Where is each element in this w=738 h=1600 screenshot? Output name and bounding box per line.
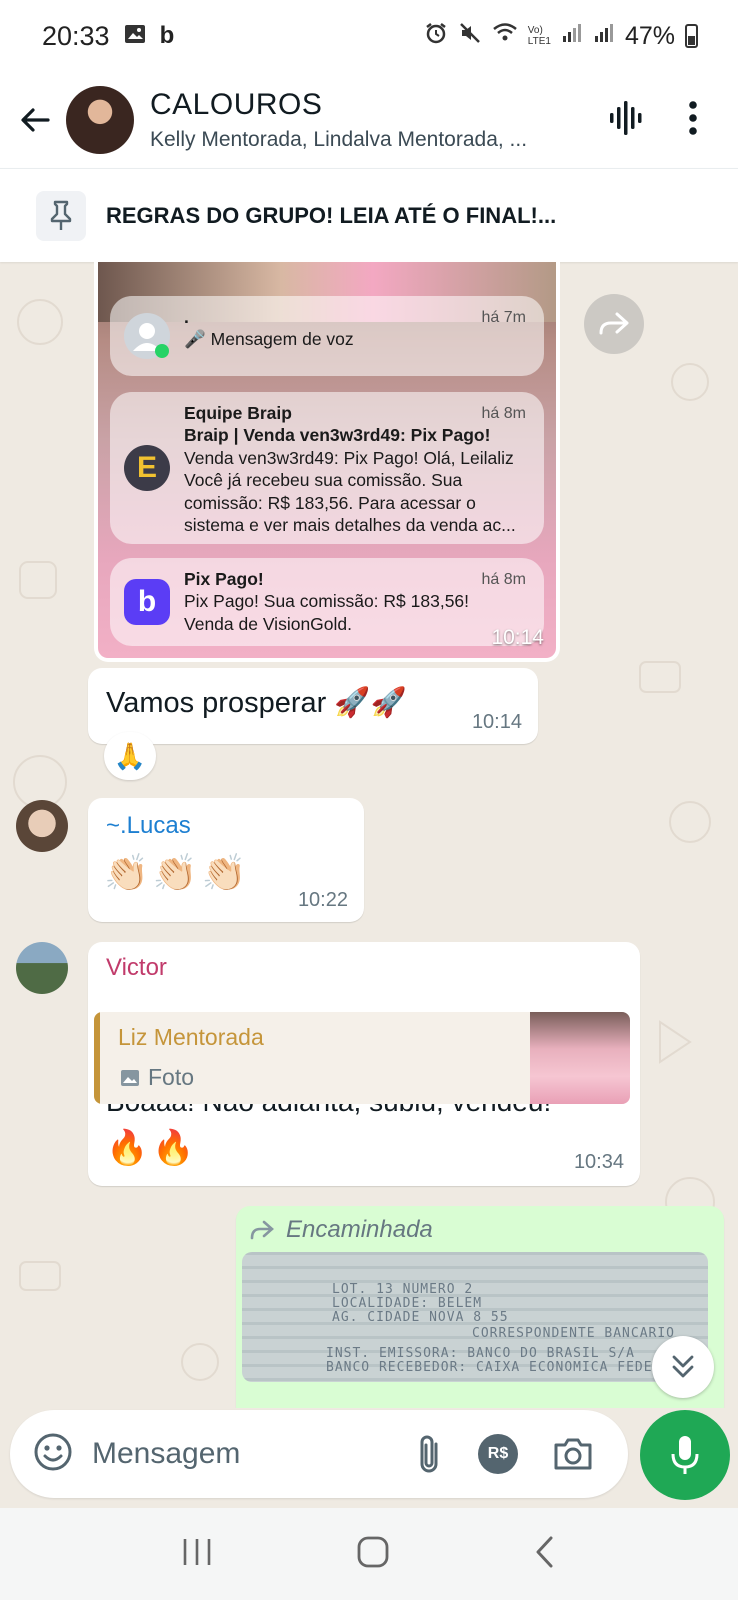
- double-chevron-down-icon: [672, 1355, 694, 1378]
- contact-avatar-icon: [124, 313, 170, 359]
- victor-avatar[interactable]: [16, 942, 68, 994]
- notification-braip: E Equipe Braip há 8m Braip | Venda ven3w…: [110, 392, 544, 544]
- battery-icon: [685, 24, 698, 48]
- camera-icon: [554, 1438, 592, 1470]
- receipt-image[interactable]: LOT. 13 NUMERO 2 LOCALIDADE: BELEM AG. C…: [242, 1252, 708, 1382]
- sender-name: ~.Lucas: [106, 812, 191, 839]
- home-icon: [357, 1536, 389, 1567]
- message-input[interactable]: Mensagem: [92, 1437, 414, 1471]
- signal-icon-2: [593, 22, 615, 51]
- message-time: 10:14: [471, 711, 522, 733]
- wifi-icon: [492, 22, 518, 51]
- quoted-type: Foto: [120, 1064, 194, 1091]
- more-options-button[interactable]: [688, 100, 698, 141]
- recent-apps-icon: [184, 1538, 211, 1565]
- voice-chat-button[interactable]: [608, 98, 644, 143]
- paperclip-icon: [420, 1435, 438, 1473]
- chat-area[interactable]: . há 7m 🎤 Mensagem de voz E Equipe Braip…: [0, 262, 738, 1408]
- notification-voice: . há 7m 🎤 Mensagem de voz: [110, 296, 544, 376]
- message-time: 10:22: [297, 889, 348, 911]
- back-button[interactable]: [0, 103, 64, 137]
- group-title: CALOUROS: [150, 88, 323, 121]
- sender-name: Victor: [106, 954, 167, 981]
- quote-bar: [94, 1012, 100, 1104]
- pin-icon: [36, 190, 86, 241]
- scroll-to-bottom-button[interactable]: [652, 1336, 714, 1398]
- image-message[interactable]: . há 7m 🎤 Mensagem de voz E Equipe Braip…: [94, 262, 560, 662]
- system-nav-bar: [0, 1508, 738, 1600]
- quoted-sender: Liz Mentorada: [118, 1024, 264, 1050]
- camera-button[interactable]: [552, 1436, 594, 1472]
- chat-header: CALOUROS Kelly Mentorada, Lindalva Mento…: [0, 72, 738, 168]
- attach-button[interactable]: [414, 1432, 444, 1476]
- back-arrow-icon: [21, 108, 50, 132]
- forwarded-icon: [250, 1220, 274, 1240]
- text-message[interactable]: Vamos prosperar 🚀🚀 10:14: [88, 668, 538, 744]
- message-time: 10:14: [491, 626, 544, 649]
- forwarded-label: Encaminhada: [248, 1216, 433, 1244]
- signal-icon-1: [561, 22, 583, 51]
- message-text: Vamos prosperar 🚀🚀: [106, 687, 407, 719]
- notification-pix: b Pix Pago! há 8m Pix Pago! Sua comissão…: [110, 558, 544, 646]
- pix-app-icon: b: [124, 579, 170, 625]
- pinned-message-bar[interactable]: REGRAS DO GRUPO! LEIA ATÉ O FINAL!...: [0, 168, 738, 262]
- voice-record-button[interactable]: [640, 1410, 730, 1500]
- mute-icon: [458, 21, 482, 52]
- braip-app-icon: E: [124, 445, 170, 491]
- quoted-thumbnail: [530, 1012, 630, 1104]
- status-time: 20:33: [42, 20, 110, 51]
- payment-icon: R$: [478, 1434, 518, 1474]
- quoted-message[interactable]: Liz Mentorada Foto: [94, 1012, 630, 1104]
- forward-arrow-icon: [599, 312, 629, 335]
- b-app-indicator: b: [159, 22, 175, 49]
- audio-wave-icon: [610, 100, 642, 135]
- gallery-icon: [124, 21, 146, 52]
- lte-indicator: Vo) LTE1: [527, 25, 551, 47]
- smiley-icon: [34, 1433, 72, 1470]
- home-button[interactable]: [356, 1535, 390, 1574]
- recent-apps-button[interactable]: [181, 1537, 213, 1572]
- group-members: Kelly Mentorada, Lindalva Mentorada, ...: [150, 128, 528, 151]
- nav-back-button[interactable]: [533, 1535, 557, 1574]
- message-reaction[interactable]: 🙏: [104, 732, 156, 780]
- battery-percent: 47%: [624, 21, 675, 50]
- group-info[interactable]: CALOUROS Kelly Mentorada, Lindalva Mento…: [150, 88, 608, 152]
- payment-button[interactable]: R$: [478, 1434, 518, 1474]
- message-time: 10:34: [573, 1151, 624, 1173]
- message-emojis: 👏🏻👏🏻👏🏻: [104, 852, 251, 893]
- group-avatar[interactable]: [66, 86, 134, 154]
- alarm-icon: [424, 21, 448, 51]
- kebab-menu-icon: [689, 100, 697, 135]
- emoji-button[interactable]: [32, 1431, 74, 1478]
- lucas-avatar[interactable]: [16, 800, 68, 852]
- microphone-icon: [671, 1436, 699, 1474]
- message-emojis: 🔥🔥: [106, 1129, 199, 1167]
- status-bar: 20:33 b Vo) LTE1 47%: [0, 0, 738, 72]
- pinned-text: REGRAS DO GRUPO! LEIA ATÉ O FINAL!...: [106, 202, 557, 228]
- forward-button[interactable]: [584, 294, 644, 354]
- lucas-message[interactable]: ~.Lucas 👏🏻👏🏻👏🏻 10:22: [88, 798, 364, 922]
- nav-back-icon: [536, 1536, 553, 1567]
- message-composer: Mensagem R$: [10, 1410, 628, 1498]
- photo-icon: [121, 1069, 139, 1086]
